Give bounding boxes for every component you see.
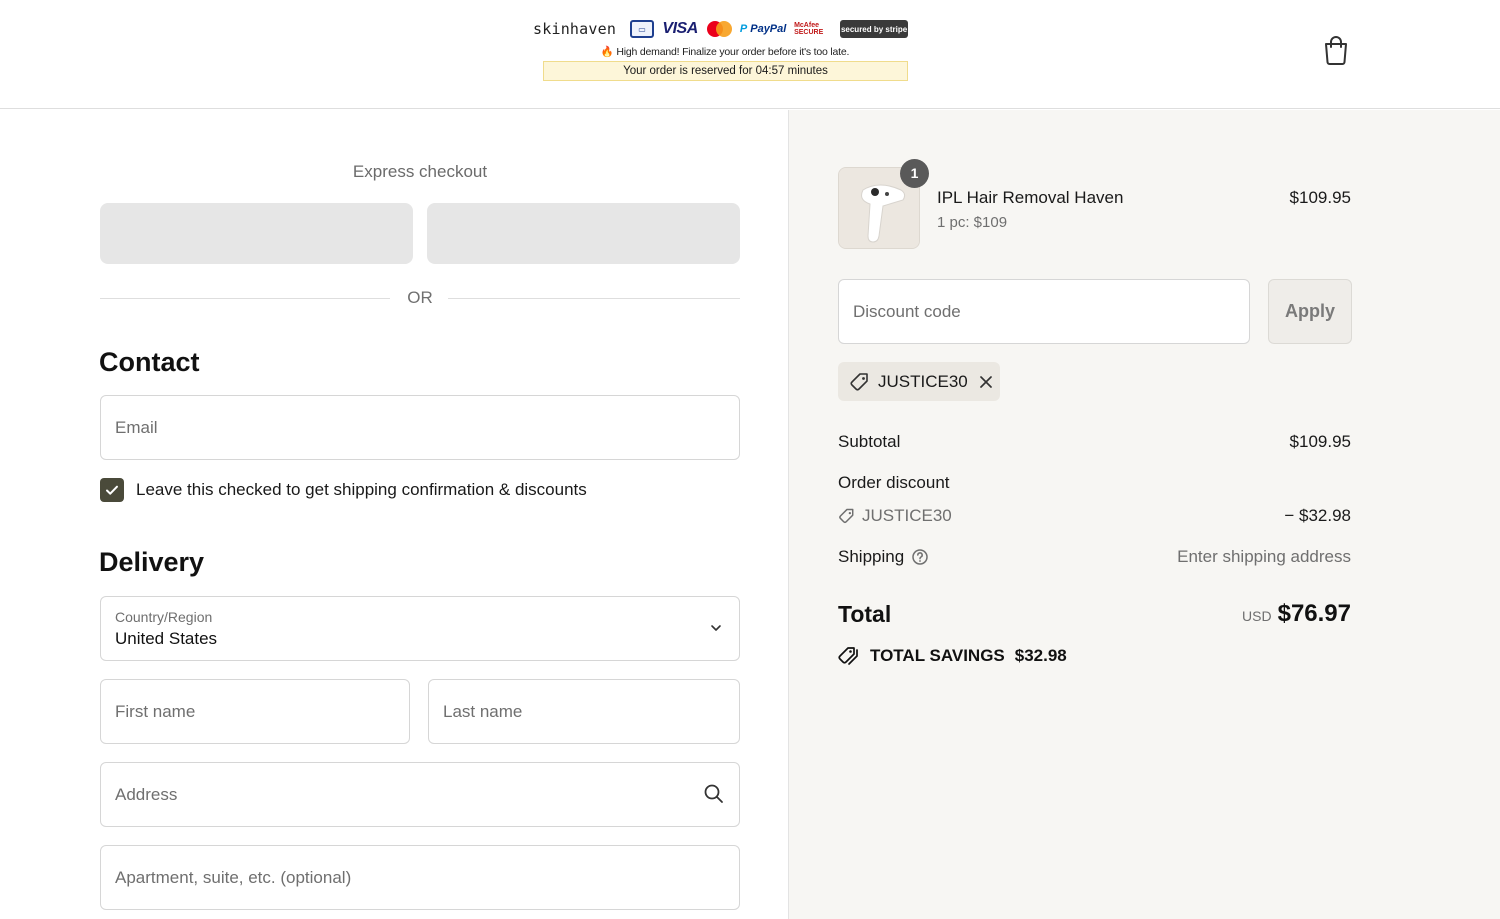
total-savings-row: TOTAL SAVINGS $32.98	[838, 645, 1067, 667]
last-name-field[interactable]: Last name	[428, 679, 740, 744]
payment-badges: ▭ VISA P PayPal McAfee SECURE secured by…	[630, 20, 909, 38]
product-variant: 1 pc: $109	[937, 214, 1008, 231]
paypal-word: PayPal	[750, 23, 787, 35]
help-circle-icon[interactable]	[911, 548, 929, 566]
shipping-row: Shipping	[838, 547, 929, 567]
address-field[interactable]: Address	[100, 762, 740, 827]
checkout-form: Express checkout OR Contact Email Leave …	[0, 110, 788, 919]
express-checkout-title: Express checkout	[352, 162, 488, 181]
apply-button[interactable]: Apply	[1268, 279, 1352, 344]
tag-icon	[850, 372, 868, 391]
checkmark-icon	[106, 485, 118, 495]
apartment-field[interactable]: Apartment, suite, etc. (optional)	[100, 845, 740, 910]
savings-label: TOTAL SAVINGS	[870, 646, 1005, 665]
applied-discount-chip: JUSTICE30	[838, 362, 1000, 401]
email-placeholder: Email	[115, 418, 158, 437]
order-summary: 1 IPL Hair Removal Haven 1 pc: $109 $109…	[788, 110, 1500, 919]
order-discount-label: Order discount	[838, 473, 950, 492]
fire-icon: 🔥	[600, 46, 614, 58]
divider-line-right	[448, 298, 740, 299]
or-text: OR	[407, 288, 433, 307]
checkout-header: skinhaven ▭ VISA P PayPal McAfee SECURE …	[0, 0, 1500, 109]
apartment-placeholder: Apartment, suite, etc. (optional)	[115, 868, 352, 887]
contact-title: Contact	[99, 347, 200, 377]
applied-code-text: JUSTICE30	[878, 371, 968, 391]
subtotal-label: Subtotal	[838, 432, 901, 451]
brand-row: skinhaven ▭ VISA P PayPal McAfee SECURE …	[533, 18, 909, 40]
chevron-down-icon	[711, 625, 721, 631]
address-placeholder: Address	[115, 785, 178, 804]
brand-logo[interactable]: skinhaven	[533, 20, 616, 38]
first-name-field[interactable]: First name	[100, 679, 410, 744]
first-name-placeholder: First name	[115, 702, 196, 721]
reserve-suffix: minutes	[787, 65, 828, 77]
card-icon: ▭	[630, 20, 655, 38]
shipping-label: Shipping	[838, 547, 905, 566]
total-amount: USD $76.97	[1242, 600, 1351, 628]
visa-logo: VISA	[662, 20, 698, 37]
last-name-placeholder: Last name	[443, 702, 523, 721]
reservation-timer-banner: Your order is reserved for 04:57 minutes	[543, 61, 908, 81]
remove-discount-icon[interactable]	[978, 374, 994, 390]
reserve-prefix: Your order is reserved for	[623, 65, 753, 77]
delivery-title: Delivery	[99, 547, 205, 577]
discount-code-row: JUSTICE30	[838, 506, 952, 526]
country-label: Country/Region	[115, 609, 213, 625]
product-name: IPL Hair Removal Haven	[937, 188, 1124, 207]
search-icon[interactable]	[703, 783, 725, 805]
tags-icon	[838, 647, 858, 665]
discount-value: − $32.98	[1284, 506, 1351, 525]
discount-code-input[interactable]: Discount code	[838, 279, 1250, 344]
subtotal-value: $109.95	[1289, 432, 1351, 451]
express-checkout-button-1[interactable]	[100, 203, 413, 264]
shipping-value: Enter shipping address	[1177, 547, 1351, 566]
divider-line-left	[100, 298, 390, 299]
discount-placeholder: Discount code	[853, 302, 961, 321]
total-label: Total	[838, 601, 892, 627]
total-value: $76.97	[1277, 600, 1351, 627]
urgency-text: High demand! Finalize your order before …	[616, 46, 850, 58]
discount-code-label: JUSTICE30	[862, 506, 952, 525]
mcafee-secure-badge: McAfee SECURE	[794, 22, 824, 36]
country-value: United States	[115, 629, 218, 648]
mastercard-logo	[706, 20, 733, 38]
express-checkout-button-2[interactable]	[427, 203, 740, 264]
or-divider: OR	[100, 288, 740, 310]
country-select[interactable]: Country/Region United States	[100, 596, 740, 661]
email-field[interactable]: Email	[100, 395, 740, 460]
paypal-logo: P PayPal	[736, 20, 790, 38]
tag-icon	[839, 508, 854, 524]
marketing-checkbox-label: Leave this checked to get shipping confi…	[136, 480, 587, 499]
paypal-p: P	[739, 23, 748, 35]
currency-code: USD	[1242, 608, 1272, 624]
shopping-bag-icon[interactable]	[1322, 35, 1350, 65]
secured-by-stripe-badge: secured by stripe	[840, 20, 909, 38]
product-price: $109.95	[1289, 188, 1351, 207]
urgency-message: 🔥 High demand! Finalize your order befor…	[540, 45, 910, 58]
marketing-checkbox[interactable]	[100, 478, 124, 502]
marketing-checkbox-row[interactable]: Leave this checked to get shipping confi…	[100, 477, 587, 503]
quantity-badge: 1	[900, 159, 929, 188]
reserve-time: 04:57	[755, 65, 785, 77]
savings-value: $32.98	[1014, 646, 1067, 665]
